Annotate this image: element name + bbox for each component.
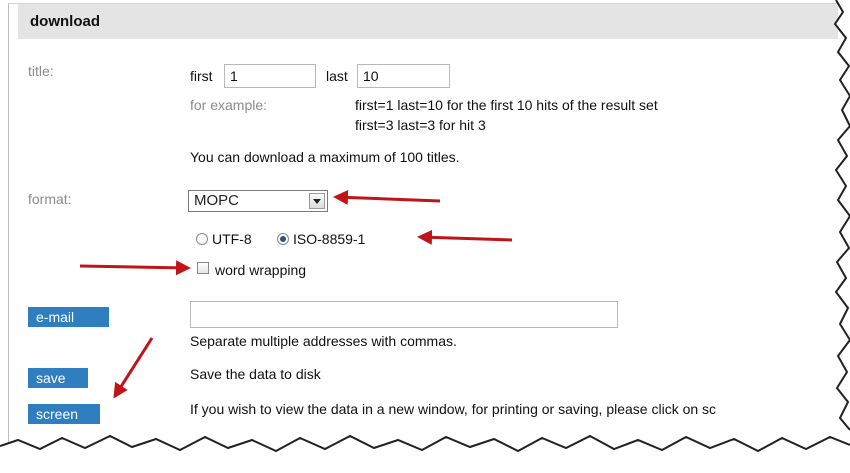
torn-edge-decoration [0,0,850,473]
